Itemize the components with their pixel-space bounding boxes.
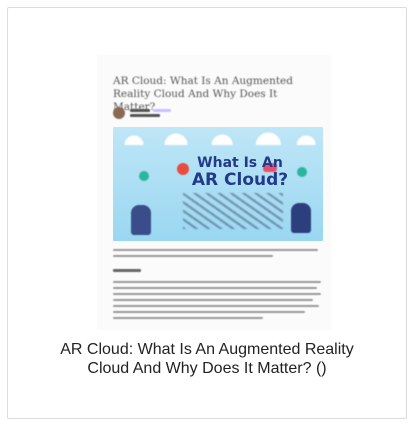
document-thumbnail[interactable]: AR Cloud: What Is An Augmented Reality C… [97, 55, 331, 330]
person-with-headset-right [291, 203, 311, 233]
result-card[interactable]: AR Cloud: What Is An Augmented Reality C… [7, 7, 407, 419]
author-meta [130, 109, 171, 117]
intro-paragraph [113, 249, 323, 261]
caption-line-2: Cloud And Why Does It Matter? () [87, 360, 327, 377]
cloud-shapes [113, 127, 323, 145]
banner-headline-line2: AR Cloud? [191, 170, 289, 190]
location-pin-icon [297, 167, 307, 177]
caption-line-1: AR Cloud: What Is An Augmented Reality [60, 341, 354, 358]
banner-headline: What Is An AR Cloud? [185, 155, 295, 189]
section-subheading [113, 269, 323, 276]
hero-banner-image: What Is An AR Cloud? [113, 127, 323, 241]
author-row [113, 107, 171, 119]
author-avatar-icon [113, 107, 125, 119]
result-caption[interactable]: AR Cloud: What Is An Augmented Reality C… [8, 340, 406, 378]
body-paragraph [113, 281, 323, 323]
scattered-objects [183, 193, 283, 229]
location-pin-icon [139, 171, 149, 181]
person-with-headset-left [131, 205, 151, 235]
